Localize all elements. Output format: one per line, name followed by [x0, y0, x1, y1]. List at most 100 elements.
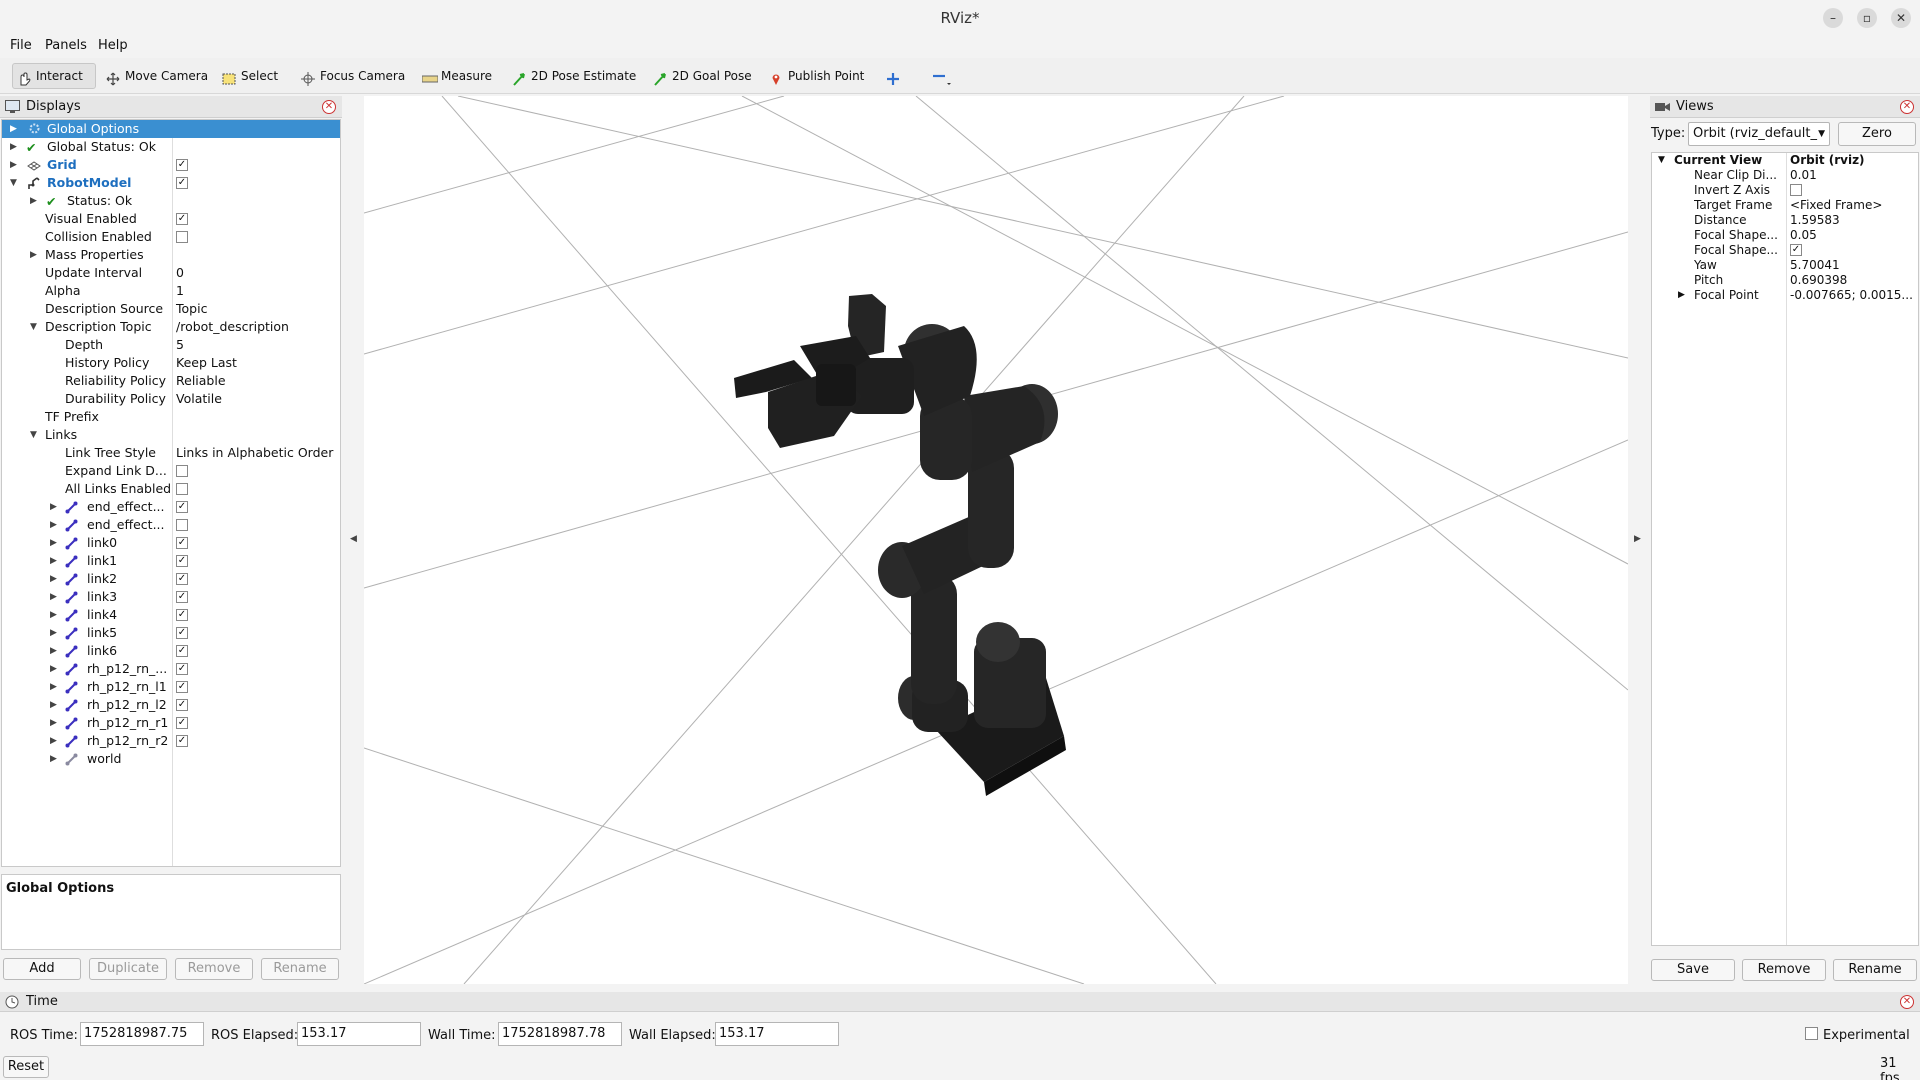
expand-arrow-icon[interactable]: ▶	[50, 665, 58, 674]
menu-panels[interactable]: Panels	[45, 38, 87, 53]
expand-arrow-icon[interactable]: ▶	[50, 521, 58, 530]
expand-arrow-icon[interactable]: ▶	[50, 647, 58, 656]
depth-value[interactable]: 5	[176, 336, 184, 354]
current-view-row[interactable]: ▼ Current View Orbit (rviz)	[1652, 153, 1918, 168]
goal-pose-tool[interactable]: 2D Goal Pose	[649, 63, 756, 89]
link-item[interactable]: ▶ world	[2, 750, 340, 768]
tree-row-status[interactable]: ▶ ✔ Status: Ok	[2, 192, 340, 210]
wall-time-field[interactable]: 1752818987.78	[498, 1022, 622, 1046]
right-splitter[interactable]: ▶	[1628, 96, 1650, 984]
expand-arrow-icon[interactable]: ▶	[50, 629, 58, 638]
tree-row-alpha[interactable]: Alpha 1	[2, 282, 340, 300]
prop-row-target-frame[interactable]: Target Frame <Fixed Frame>	[1652, 198, 1918, 213]
collision-enabled-checkbox[interactable]	[176, 231, 188, 243]
grid-checkbox[interactable]: ✓	[176, 159, 188, 171]
expand-arrow-icon[interactable]: ▶	[10, 143, 18, 152]
link-item[interactable]: ▶ link5 ✓	[2, 624, 340, 642]
close-time-icon[interactable]: ✕	[1900, 995, 1914, 1009]
rename-display-button[interactable]: Rename	[261, 958, 339, 980]
link-item[interactable]: ▶ link4 ✓	[2, 606, 340, 624]
expand-arrow-icon[interactable]: ▶	[50, 539, 58, 548]
collapse-arrow-icon[interactable]: ▼	[30, 431, 38, 440]
near-clip-value[interactable]: 0.01	[1790, 168, 1918, 183]
remove-display-button[interactable]: Remove	[175, 958, 253, 980]
measure-tool[interactable]: Measure	[418, 63, 496, 89]
prop-row-yaw[interactable]: Yaw 5.70041	[1652, 258, 1918, 273]
tree-row-durability-policy[interactable]: Durability Policy Volatile	[2, 390, 340, 408]
expand-arrow-icon[interactable]: ▶	[30, 251, 38, 260]
render-viewport[interactable]	[363, 95, 1629, 985]
expand-arrow-icon[interactable]: ▶	[50, 557, 58, 566]
link-item-checkbox[interactable]: ✓	[176, 573, 188, 585]
rename-view-button[interactable]: Rename	[1833, 959, 1917, 981]
yaw-value[interactable]: 5.70041	[1790, 258, 1918, 273]
link-item[interactable]: ▶ link0 ✓	[2, 534, 340, 552]
tree-row-mass-properties[interactable]: ▶ Mass Properties	[2, 246, 340, 264]
add-display-button[interactable]: Add	[3, 958, 81, 980]
collapse-arrow-icon[interactable]: ▼	[10, 179, 18, 188]
experimental-checkbox[interactable]	[1805, 1027, 1818, 1040]
link-item-checkbox[interactable]: ✓	[176, 681, 188, 693]
update-interval-value[interactable]: 0	[176, 264, 184, 282]
minimize-button[interactable]: –	[1823, 8, 1843, 28]
move-camera-tool[interactable]: Move Camera	[102, 63, 212, 89]
expand-arrow-icon[interactable]: ▶	[50, 575, 58, 584]
expand-arrow-icon[interactable]: ▶	[10, 161, 18, 170]
ros-time-field[interactable]: 1752818987.75	[80, 1022, 204, 1046]
invert-z-checkbox[interactable]	[1790, 184, 1802, 196]
prop-row-focal-point[interactable]: ▶ Focal Point -0.007665; 0.0015...	[1652, 288, 1918, 303]
expand-arrow-icon[interactable]: ▶	[50, 683, 58, 692]
link-item-checkbox[interactable]: ✓	[176, 663, 188, 675]
link-item-checkbox[interactable]: ✓	[176, 717, 188, 729]
views-tree[interactable]: ▼ Current View Orbit (rviz) Near Clip Di…	[1651, 152, 1919, 946]
save-view-button[interactable]: Save	[1651, 959, 1735, 981]
link-item-checkbox[interactable]: ✓	[176, 555, 188, 567]
tree-row-depth[interactable]: Depth 5	[2, 336, 340, 354]
expand-arrow-icon[interactable]: ▶	[50, 503, 58, 512]
tree-row-reliability-policy[interactable]: Reliability Policy Reliable	[2, 372, 340, 390]
reliability-policy-value[interactable]: Reliable	[176, 372, 226, 390]
link-item[interactable]: ▶ rh_p12_rn_r2 ✓	[2, 732, 340, 750]
link-item-checkbox[interactable]: ✓	[176, 699, 188, 711]
focal-shape-fixed-checkbox[interactable]: ✓	[1790, 244, 1802, 256]
distance-value[interactable]: 1.59583	[1790, 213, 1918, 228]
tree-row-global-options[interactable]: ▶ Global Options	[2, 120, 340, 138]
link-item[interactable]: ▶ rh_p12_rn_l2 ✓	[2, 696, 340, 714]
focus-camera-tool[interactable]: Focus Camera	[297, 63, 409, 89]
prop-row-near-clip[interactable]: Near Clip Di... 0.01	[1652, 168, 1918, 183]
link-item-checkbox[interactable]: ✓	[176, 591, 188, 603]
description-topic-value[interactable]: /robot_description	[176, 318, 289, 336]
tree-row-visual-enabled[interactable]: Visual Enabled ✓	[2, 210, 340, 228]
view-type-select[interactable]: Orbit (rviz_default_ ▼	[1688, 122, 1830, 146]
link-item-checkbox[interactable]: ✓	[176, 735, 188, 747]
history-policy-value[interactable]: Keep Last	[176, 354, 237, 372]
tree-row-history-policy[interactable]: History Policy Keep Last	[2, 354, 340, 372]
alpha-value[interactable]: 1	[176, 282, 184, 300]
pose-estimate-tool[interactable]: 2D Pose Estimate	[508, 63, 640, 89]
focal-point-value[interactable]: -0.007665; 0.0015...	[1790, 288, 1918, 303]
expand-arrow-icon[interactable]: ▶	[50, 755, 58, 764]
publish-point-tool[interactable]: Publish Point	[765, 63, 868, 89]
expand-arrow-icon[interactable]: ▶	[50, 593, 58, 602]
expand-arrow-icon[interactable]: ▶	[50, 611, 58, 620]
collapse-arrow-icon[interactable]: ▼	[30, 323, 38, 332]
expand-link-checkbox[interactable]	[176, 465, 188, 477]
link-item[interactable]: ▶ end_effect... ✓	[2, 498, 340, 516]
expand-arrow-icon[interactable]: ▶	[30, 197, 38, 206]
expand-arrow-icon[interactable]: ▶	[50, 701, 58, 710]
zero-button[interactable]: Zero	[1838, 122, 1916, 146]
expand-arrow-icon[interactable]: ▶	[1678, 288, 1685, 303]
duplicate-display-button[interactable]: Duplicate	[89, 958, 167, 980]
collapse-arrow-icon[interactable]: ▼	[1658, 153, 1665, 168]
close-views-icon[interactable]: ✕	[1900, 100, 1914, 114]
link-item-checkbox[interactable]: ✓	[176, 501, 188, 513]
prop-row-distance[interactable]: Distance 1.59583	[1652, 213, 1918, 228]
reset-button[interactable]: Reset	[3, 1056, 49, 1078]
collapse-left-icon[interactable]: ◀	[350, 534, 357, 544]
ros-elapsed-field[interactable]: 153.17	[297, 1022, 421, 1046]
link-item-checkbox[interactable]	[176, 519, 188, 531]
link-item[interactable]: ▶ rh_p12_rn_r1 ✓	[2, 714, 340, 732]
link-item-checkbox[interactable]: ✓	[176, 627, 188, 639]
focal-shape-size-value[interactable]: 0.05	[1790, 228, 1918, 243]
link-item[interactable]: ▶ link2 ✓	[2, 570, 340, 588]
